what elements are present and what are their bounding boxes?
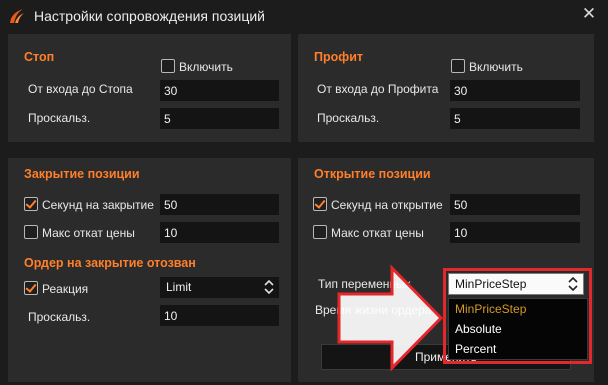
stop-slippage-label: Проскальз.: [28, 111, 91, 125]
order-slippage-input[interactable]: [160, 305, 279, 326]
app-logo-icon: [10, 9, 24, 23]
profit-entry-input[interactable]: [450, 80, 580, 101]
open-rollback-label: Макс откат цены: [331, 226, 424, 240]
close-rollback-label: Макс откат цены: [42, 226, 135, 240]
profit-entry-label: От входа до Профита: [317, 82, 439, 96]
close-position-panel: [8, 158, 291, 382]
close-rollback-input[interactable]: [160, 222, 279, 243]
stop-enable-label: Включить: [179, 60, 233, 74]
open-seconds-label: Секунд на открытие: [331, 198, 443, 212]
order-slippage-label: Проскальз.: [28, 310, 91, 324]
close-button[interactable]: ✕: [578, 3, 600, 25]
dropdown-option-absolute[interactable]: Absolute: [455, 322, 502, 336]
stop-entry-label: От входа до Стопа: [28, 82, 133, 96]
variable-type-select-value: MinPriceStep: [455, 277, 527, 291]
profit-enable-checkbox[interactable]: [451, 59, 465, 73]
order-cancelled-title: Ордер на закрытие отозван: [24, 256, 196, 270]
variable-type-dropdown: MinPriceStep Absolute Percent: [448, 298, 588, 360]
open-seconds-checkbox[interactable]: [313, 197, 327, 211]
close-seconds-label: Секунд на закрытие: [42, 198, 154, 212]
open-rollback-input[interactable]: [450, 222, 580, 243]
open-rollback-checkbox[interactable]: [313, 225, 327, 239]
dropdown-option-percent[interactable]: Percent: [455, 342, 496, 356]
variable-type-label: Тип переменных: [318, 277, 411, 291]
close-seconds-input[interactable]: [160, 194, 279, 215]
stop-section-title: Стоп: [24, 50, 55, 64]
reaction-select[interactable]: Limit: [160, 277, 279, 298]
close-position-title: Закрытие позиции: [24, 167, 140, 181]
dropdown-option-minpricestep[interactable]: MinPriceStep: [455, 302, 526, 316]
spinner-arrows-icon: [568, 276, 578, 292]
variable-type-select[interactable]: MinPriceStep: [448, 273, 584, 295]
stop-entry-input[interactable]: [160, 80, 279, 101]
title-bar: Настройки сопровождения позиций ✕: [0, 0, 608, 32]
reaction-label: Реакция: [42, 282, 89, 296]
close-seconds-checkbox[interactable]: [24, 197, 38, 211]
stop-slippage-input[interactable]: [160, 108, 279, 129]
profit-section-title: Профит: [314, 50, 363, 64]
reaction-checkbox[interactable]: [24, 281, 38, 295]
spinner-arrows-icon: [264, 279, 274, 295]
window-title: Настройки сопровождения позиций: [34, 8, 265, 24]
profit-slippage-label: Проскальз.: [317, 111, 380, 125]
open-position-title: Открытие позиции: [314, 167, 431, 181]
profit-slippage-input[interactable]: [450, 108, 580, 129]
order-lifetime-label: Время жизни ордера: [315, 303, 432, 317]
open-seconds-input[interactable]: [450, 194, 580, 215]
profit-enable-label: Включить: [469, 60, 523, 74]
stop-enable-checkbox[interactable]: [161, 59, 175, 73]
reaction-select-value: Limit: [166, 280, 192, 294]
close-icon: ✕: [581, 4, 597, 23]
close-rollback-checkbox[interactable]: [24, 225, 38, 239]
